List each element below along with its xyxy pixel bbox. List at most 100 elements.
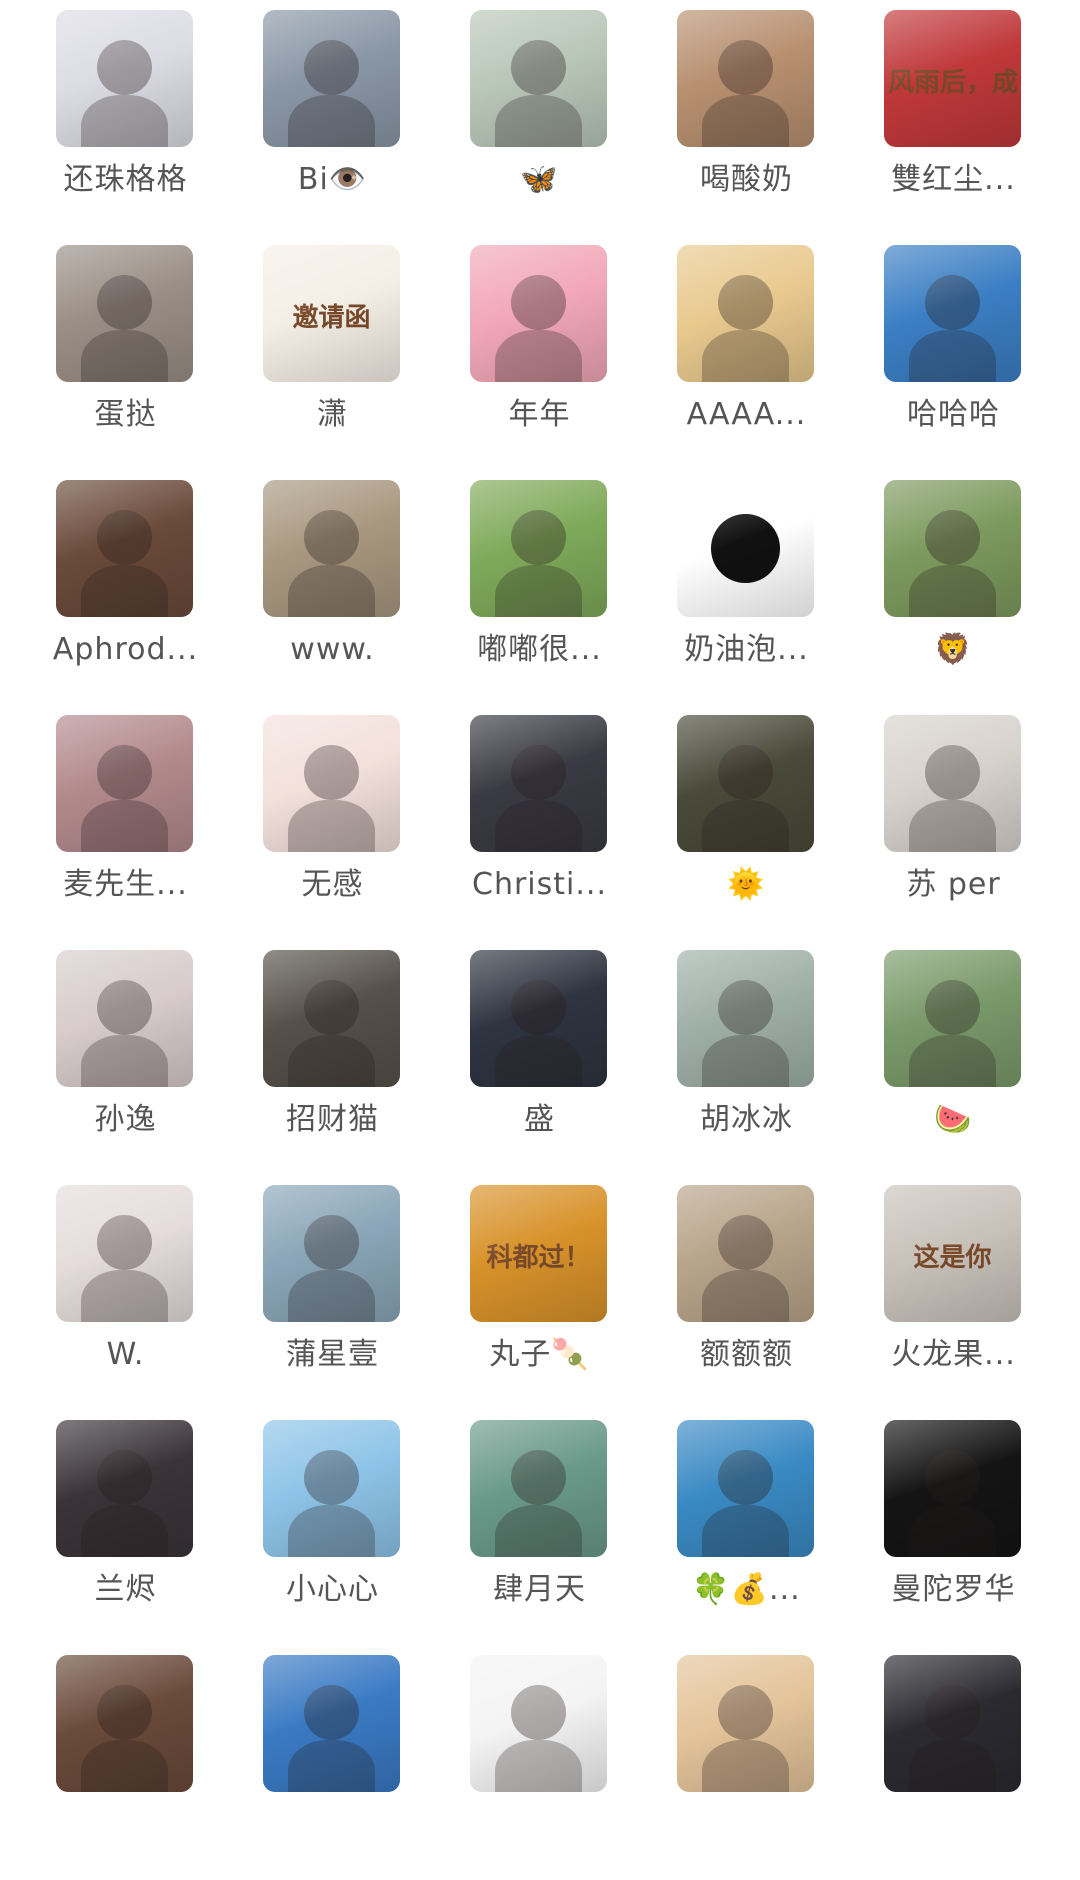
avatar-shading: [263, 715, 400, 852]
member-name: 🍀💰...: [692, 1572, 801, 1607]
member-name: 奶油泡...: [684, 632, 809, 667]
member-avatar[interactable]: [56, 950, 193, 1087]
member-avatar[interactable]: [677, 1420, 814, 1557]
member-avatar[interactable]: [470, 245, 607, 382]
member-tile[interactable]: 蛋挞: [22, 235, 229, 470]
member-avatar[interactable]: [56, 245, 193, 382]
member-avatar[interactable]: [677, 1185, 814, 1322]
avatar-shading: [677, 480, 814, 617]
member-avatar[interactable]: [56, 1185, 193, 1322]
member-avatar[interactable]: [56, 715, 193, 852]
avatar-shading: [677, 245, 814, 382]
member-name: 无感: [301, 867, 364, 902]
avatar-shading: [263, 10, 400, 147]
member-tile[interactable]: 盛: [436, 940, 643, 1175]
member-tile[interactable]: 哈哈哈: [850, 235, 1057, 470]
member-avatar[interactable]: [470, 10, 607, 147]
member-avatar[interactable]: [263, 715, 400, 852]
member-tile[interactable]: 这是你火龙果...: [850, 1175, 1057, 1410]
member-name: 喝酸奶: [700, 162, 793, 197]
member-tile[interactable]: 🌞: [643, 705, 850, 940]
member-avatar[interactable]: [470, 1420, 607, 1557]
member-tile[interactable]: [436, 1645, 643, 1880]
member-tile[interactable]: 科都过！ 丸子🍡: [436, 1175, 643, 1410]
avatar-shading: [470, 715, 607, 852]
member-avatar[interactable]: [263, 950, 400, 1087]
avatar-shading: [263, 1420, 400, 1557]
member-tile[interactable]: 嘟嘟很...: [436, 470, 643, 705]
member-tile[interactable]: 麦先生...: [22, 705, 229, 940]
member-avatar[interactable]: 这是你: [884, 1185, 1021, 1322]
member-tile[interactable]: 还珠格格: [22, 0, 229, 235]
member-tile[interactable]: www.: [229, 470, 436, 705]
member-tile[interactable]: [850, 1645, 1057, 1880]
member-avatar[interactable]: [884, 950, 1021, 1087]
member-tile[interactable]: 孙逸: [22, 940, 229, 1175]
avatar-shading: [470, 10, 607, 147]
member-tile[interactable]: Aphrod...: [22, 470, 229, 705]
member-tile[interactable]: 年年: [436, 235, 643, 470]
member-tile[interactable]: 肆月天: [436, 1410, 643, 1645]
member-avatar[interactable]: [263, 1655, 400, 1792]
member-tile[interactable]: 兰烬: [22, 1410, 229, 1645]
member-avatar[interactable]: [56, 1655, 193, 1792]
member-avatar[interactable]: 风雨后，成功细: [884, 10, 1021, 147]
member-tile[interactable]: 无感: [229, 705, 436, 940]
member-avatar[interactable]: [677, 10, 814, 147]
member-tile[interactable]: [643, 1645, 850, 1880]
member-avatar[interactable]: 科都过！: [470, 1185, 607, 1322]
member-avatar[interactable]: [470, 950, 607, 1087]
member-avatar[interactable]: [263, 10, 400, 147]
avatar-shading: [884, 245, 1021, 382]
member-name: 还珠格格: [63, 162, 188, 197]
member-tile[interactable]: 招财猫: [229, 940, 436, 1175]
member-avatar[interactable]: [884, 715, 1021, 852]
member-tile[interactable]: 曼陀罗华: [850, 1410, 1057, 1645]
member-avatar[interactable]: [677, 950, 814, 1087]
member-tile[interactable]: W.: [22, 1175, 229, 1410]
member-grid: 还珠格格 Bi👁️🦋 喝酸奶 风雨后，成功细雙红尘... 蛋挞邀请函潇年年AAAA...…: [0, 0, 1080, 1816]
member-tile[interactable]: 喝酸奶: [643, 0, 850, 235]
member-avatar[interactable]: [470, 480, 607, 617]
member-avatar[interactable]: [263, 480, 400, 617]
member-avatar[interactable]: [884, 1655, 1021, 1792]
member-tile[interactable]: [229, 1645, 436, 1880]
member-tile[interactable]: 苏 per: [850, 705, 1057, 940]
member-tile[interactable]: 胡冰冰: [643, 940, 850, 1175]
member-tile[interactable]: 奶油泡...: [643, 470, 850, 705]
member-avatar[interactable]: [470, 1655, 607, 1792]
member-tile[interactable]: 小心心: [229, 1410, 436, 1645]
member-avatar[interactable]: [677, 480, 814, 617]
member-tile[interactable]: Christi...: [436, 705, 643, 940]
member-avatar[interactable]: [56, 10, 193, 147]
member-avatar[interactable]: [677, 245, 814, 382]
member-tile[interactable]: 🍀💰...: [643, 1410, 850, 1645]
member-tile[interactable]: Bi👁️: [229, 0, 436, 235]
avatar-shading: [56, 1420, 193, 1557]
member-avatar[interactable]: [677, 1655, 814, 1792]
member-avatar[interactable]: [884, 480, 1021, 617]
member-tile[interactable]: [22, 1645, 229, 1880]
member-avatar[interactable]: [677, 715, 814, 852]
avatar-shading: [56, 715, 193, 852]
member-avatar[interactable]: [56, 1420, 193, 1557]
member-name: 雙红尘...: [891, 162, 1016, 197]
member-tile[interactable]: 🍉: [850, 940, 1057, 1175]
member-tile[interactable]: 🦋: [436, 0, 643, 235]
avatar-shading: [470, 1185, 607, 1322]
member-tile[interactable]: 邀请函潇: [229, 235, 436, 470]
member-avatar[interactable]: [470, 715, 607, 852]
member-avatar[interactable]: 邀请函: [263, 245, 400, 382]
member-avatar[interactable]: [884, 1420, 1021, 1557]
member-tile[interactable]: 🦁: [850, 470, 1057, 705]
member-tile[interactable]: 风雨后，成功细雙红尘...: [850, 0, 1057, 235]
member-tile[interactable]: AAAA...: [643, 235, 850, 470]
member-avatar[interactable]: [884, 245, 1021, 382]
avatar-shading: [884, 1420, 1021, 1557]
member-name: 孙逸: [94, 1102, 157, 1137]
member-avatar[interactable]: [56, 480, 193, 617]
member-avatar[interactable]: [263, 1420, 400, 1557]
member-tile[interactable]: 蒲星壹: [229, 1175, 436, 1410]
member-avatar[interactable]: [263, 1185, 400, 1322]
member-tile[interactable]: 额额额: [643, 1175, 850, 1410]
